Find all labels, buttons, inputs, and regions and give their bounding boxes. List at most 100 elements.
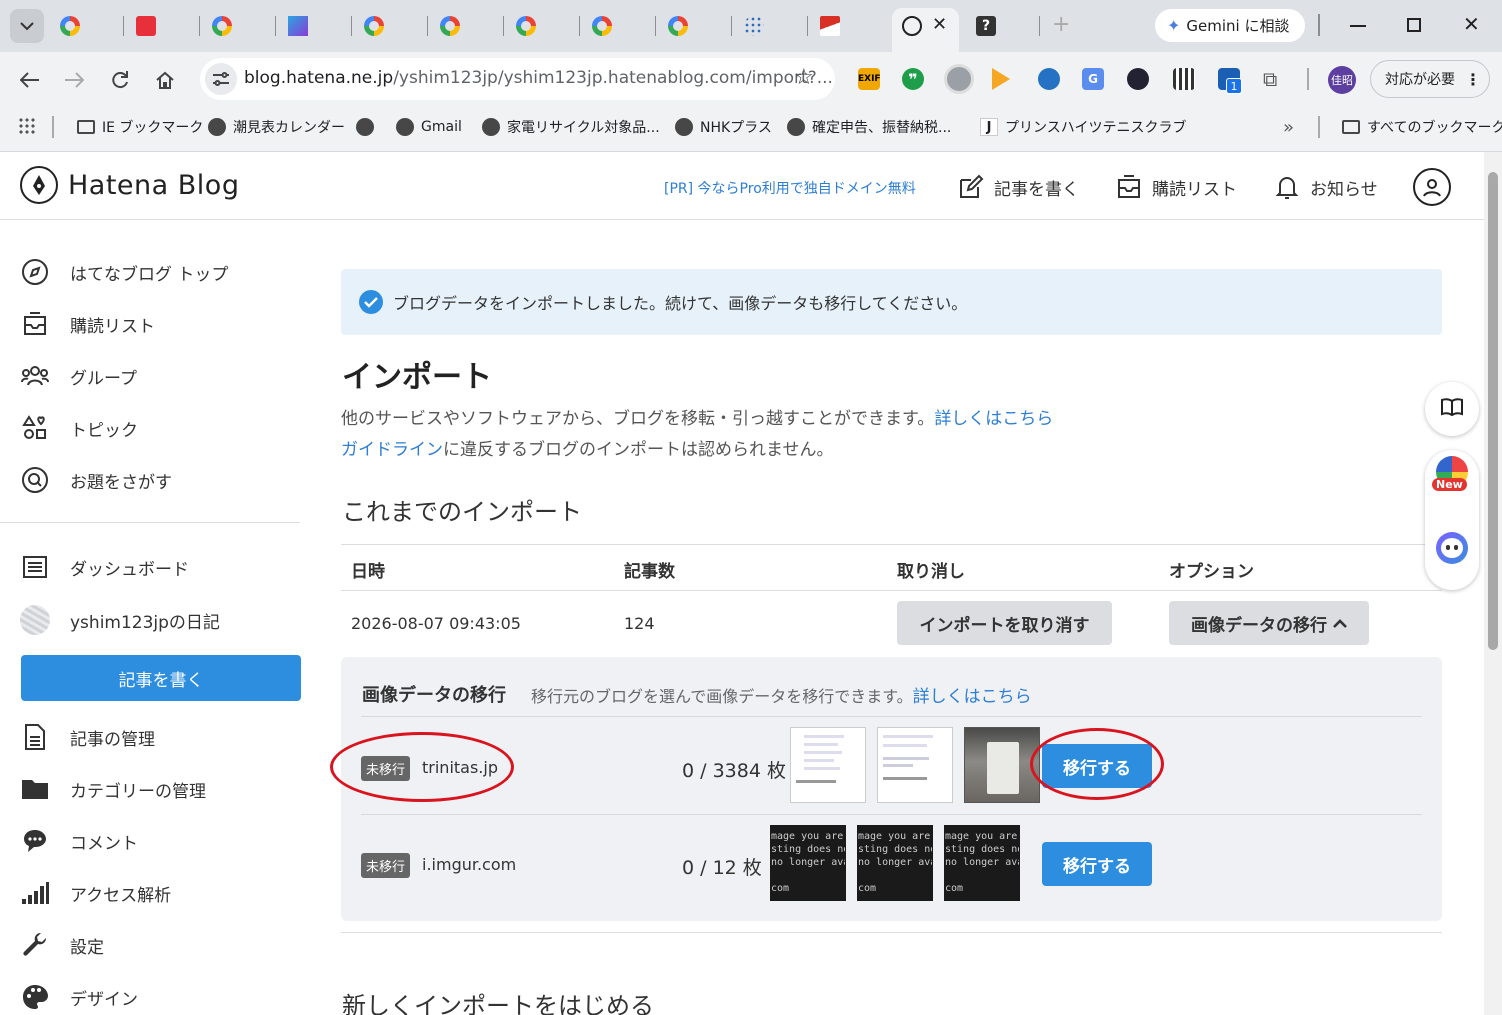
bookmarks-overflow[interactable]: » [1283,116,1294,138]
sidebar-item-blog[interactable]: yshim123jpの日記 [20,605,220,635]
apps-grid-icon[interactable] [18,117,36,135]
bookmark-separator [1318,116,1320,138]
play-extension-icon[interactable] [992,68,1010,90]
close-tab-icon[interactable]: ✕ [932,14,947,35]
reading-list-header-button[interactable]: 購読リスト [1116,170,1237,204]
extension-side-panel[interactable]: New [1425,450,1479,590]
search-topic-icon [20,465,50,495]
globe-icon [208,118,226,136]
forward-icon[interactable] [60,66,88,94]
cancel-import-button[interactable]: インポートを取り消す [897,601,1112,645]
dots-favicon-icon [744,16,764,36]
guideline-notice: ガイドラインに違反するブログのインポートは認められません。 [341,440,834,460]
reload-icon[interactable] [106,66,134,94]
exif-extension-icon[interactable]: EXIF [858,68,881,90]
site-settings-icon[interactable] [205,63,237,95]
google-favicon-icon [668,16,688,36]
document-icon [20,722,50,752]
google-favicon-icon [516,16,536,36]
bookmark-folder-ie[interactable]: IE ブックマーク [77,116,203,138]
rss-extension-icon[interactable] [944,64,974,94]
image-count: 0 / 3384 枚 [682,760,786,782]
browser-tab[interactable] [660,8,732,44]
gemini-button[interactable]: ✦ Gemini に相談 [1155,9,1305,42]
image-migration-details-link[interactable]: 詳しくはこちら [913,687,1032,707]
folder-icon [1342,120,1360,134]
sidebar-item-manage-categories[interactable]: カテゴリーの管理 [20,774,206,804]
reader-mode-button[interactable] [1425,382,1479,436]
notifications-header-button[interactable]: お知らせ [1274,170,1378,204]
details-link[interactable]: 詳しくはこちら [934,409,1053,429]
home-icon[interactable] [151,66,179,94]
action-required-button[interactable]: 対応が必要 ⋮ [1370,60,1490,98]
sidebar-item-manage-articles[interactable]: 記事の管理 [20,722,155,752]
new-tab-icon[interactable]: + [1052,12,1070,37]
sidebar-item-settings[interactable]: 設定 [20,930,104,960]
puzzle-blue-extension-icon[interactable] [1038,68,1060,90]
sidebar-item-hatena-top[interactable]: はてなブログ トップ [20,257,228,287]
section-divider [341,932,1442,933]
browser-tab[interactable] [812,8,890,44]
migrate-button-imgur[interactable]: 移行する [1042,842,1152,886]
sidebar-item-topics[interactable]: トピック [20,413,138,443]
bookmark-gmail[interactable]: Gmail [396,116,462,138]
bookmark-star-icon[interactable]: ☆ [794,65,814,90]
scrollbar-thumb[interactable] [1488,172,1498,650]
image-migration-description: 移行元のブログを選んで画像データを移行できます。詳しくはこちら [531,687,1032,707]
browser-tab[interactable] [508,8,580,44]
page-title: インポート [342,360,492,395]
back-icon[interactable] [16,66,44,94]
extensions-puzzle-icon[interactable]: ⧉ [1263,67,1277,91]
bookmark-nhk[interactable]: NHKプラス [675,116,772,138]
write-article-header-button[interactable]: 記事を書く [958,170,1079,204]
sidebar-write-article-button[interactable]: 記事を書く [21,655,301,701]
pro-promo-link[interactable]: [PR] 今ならPro利用で独自ドメイン無料 [664,178,916,198]
sidebar-item-dashboard[interactable]: ダッシュボード [20,552,189,582]
minimize-window-icon[interactable] [1350,25,1366,27]
bookmark-recycle[interactable]: 家電リサイクル対象品... [482,116,660,138]
active-browser-tab[interactable]: ✕ [892,8,959,52]
hatena-blog-logo[interactable]: Hatena Blog [20,166,239,204]
guideline-link[interactable]: ガイドライン [341,440,443,460]
sidebar-item-reading-list[interactable]: 購読リスト [20,309,155,339]
close-window-icon[interactable]: ✕ [1463,12,1480,36]
bookmark-tennis[interactable]: J プリンスハイツテニスクラブ [980,116,1186,138]
sidebar-item-groups[interactable]: グループ [20,361,137,391]
image-migration-toggle-button[interactable]: 画像データの移行 [1169,601,1369,645]
sidebar-item-find-topics[interactable]: お題をさがす [20,465,172,495]
table-top-border [341,544,1442,545]
translate-extension-icon[interactable]: G [1082,68,1104,90]
table-header-border [341,590,1442,591]
browser-tab[interactable] [128,8,200,44]
quote-extension-icon[interactable]: ❞ [902,68,924,90]
sidebar-item-design[interactable]: デザイン [20,982,138,1012]
blue-extension-icon[interactable]: 1 [1218,68,1242,94]
browser-tab[interactable] [52,8,124,44]
browser-tab[interactable] [736,8,808,44]
user-account-icon[interactable] [1413,168,1451,206]
globe-icon [356,118,374,136]
profile-avatar[interactable]: 佳昭 [1328,66,1356,94]
browser-tab[interactable] [356,8,428,44]
sidebar-item-comments[interactable]: コメント [20,826,138,856]
all-bookmarks-folder[interactable]: すべてのブックマーク [1342,116,1502,138]
shapes-icon [20,413,50,443]
browser-tab[interactable] [432,8,504,44]
browser-tab[interactable] [204,8,276,44]
tab-search-button[interactable] [10,9,44,43]
browser-tab[interactable]: ? [968,8,1040,44]
import-description: 他のサービスやソフトウェアから、ブログを移転・引っ越すことができます。詳しくはこ… [341,409,1054,429]
sidebar-item-analytics[interactable]: アクセス解析 [20,878,171,908]
bookmark-tax[interactable]: 確定申告、振替納税... [787,116,951,138]
browser-tab[interactable] [584,8,656,44]
import-success-notice: ブログデータをインポートしました。続けて、画像データも移行してください。 [341,269,1442,335]
browser-tab[interactable] [280,8,352,44]
column-header-options: オプション [1169,562,1254,582]
bookmark-globe[interactable] [356,116,381,138]
compass-extension-icon[interactable] [1127,68,1149,90]
bookmark-tide-calendar[interactable]: 潮見表カレンダー [208,116,345,138]
qr-extension-icon[interactable] [1173,68,1195,90]
maximize-window-icon[interactable] [1407,18,1421,32]
address-bar[interactable]: blog.hatena.ne.jp/yshim123jp/yshim123jp.… [200,58,835,100]
google-favicon-icon [364,16,384,36]
